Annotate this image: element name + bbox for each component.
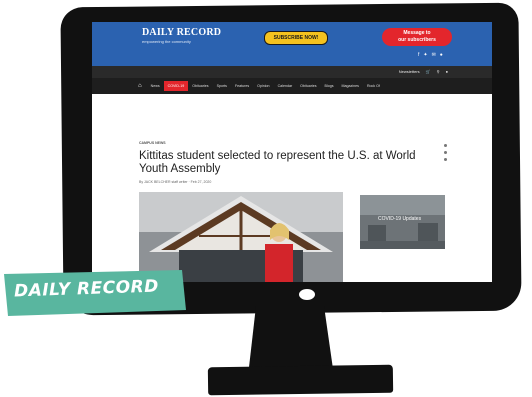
site-header: DAILY RECORD empowering the community SU… <box>92 22 492 66</box>
nav-item-news[interactable]: News <box>147 81 164 91</box>
subscribe-button[interactable]: SUBSCRIBE NOW! <box>264 31 328 45</box>
message-to-subscribers-button[interactable]: Message to our subscribers <box>382 28 452 46</box>
rss-icon[interactable]: ● <box>440 52 443 58</box>
nav-item-calendar[interactable]: Calendar <box>274 81 297 91</box>
article-category[interactable]: CAMPUS NEWS <box>139 141 166 145</box>
building-photo <box>139 192 343 282</box>
message-label-line2: our subscribers <box>398 36 436 43</box>
nav-item-opinion[interactable]: Opinion <box>253 81 273 91</box>
article-title: Kittitas student selected to represent t… <box>139 150 416 175</box>
site-logo[interactable]: DAILY RECORD <box>142 27 221 38</box>
covid-updates-image[interactable]: COVID-19 Updates <box>360 195 445 249</box>
monitor-stand-base <box>207 364 394 396</box>
power-button-icon <box>299 289 315 300</box>
share-menu-icon[interactable] <box>444 144 447 161</box>
facebook-icon[interactable]: f <box>418 52 419 58</box>
nav-item-blogs[interactable]: Blogs <box>321 81 338 91</box>
hospital-photo <box>360 195 445 249</box>
nav-item-features[interactable]: Features <box>231 81 253 91</box>
article-byline: By JACK BELCHER staff writer · Feb 27, 2… <box>139 180 212 184</box>
social-links: f ✦ ✉ ● <box>418 52 443 58</box>
newsletters-link[interactable]: Newsletters <box>399 69 420 74</box>
website-screen: DAILY RECORD empowering the community SU… <box>92 22 492 282</box>
nav-item-obituaries-2[interactable]: Obituaries <box>296 81 320 91</box>
home-icon[interactable]: ⌂ <box>138 83 147 89</box>
nav-item-magazines[interactable]: Magazines <box>338 81 363 91</box>
utility-links: Newsletters 🛒 ⚲ ● <box>399 69 448 74</box>
twitter-icon[interactable]: ✦ <box>423 52 427 58</box>
article-hero-image <box>139 192 343 282</box>
main-navigation: ⌂ News COVID-19 Obituaries Sports Featur… <box>92 78 492 94</box>
nav-item-rock-of[interactable]: Rock Of <box>363 81 384 91</box>
email-icon[interactable]: ✉ <box>432 52 436 58</box>
search-icon[interactable]: ⚲ <box>437 69 440 74</box>
site-tagline: empowering the community <box>142 39 191 44</box>
utility-bar: Newsletters 🛒 ⚲ ● <box>92 66 492 78</box>
nav-item-sports[interactable]: Sports <box>213 81 231 91</box>
account-icon[interactable]: ● <box>446 69 448 74</box>
nav-item-covid[interactable]: COVID-19 <box>163 81 189 91</box>
cart-icon[interactable]: 🛒 <box>426 69 431 74</box>
covid-updates-label: COVID-19 Updates <box>378 216 422 222</box>
nav-item-obituaries[interactable]: Obituaries <box>188 81 212 91</box>
